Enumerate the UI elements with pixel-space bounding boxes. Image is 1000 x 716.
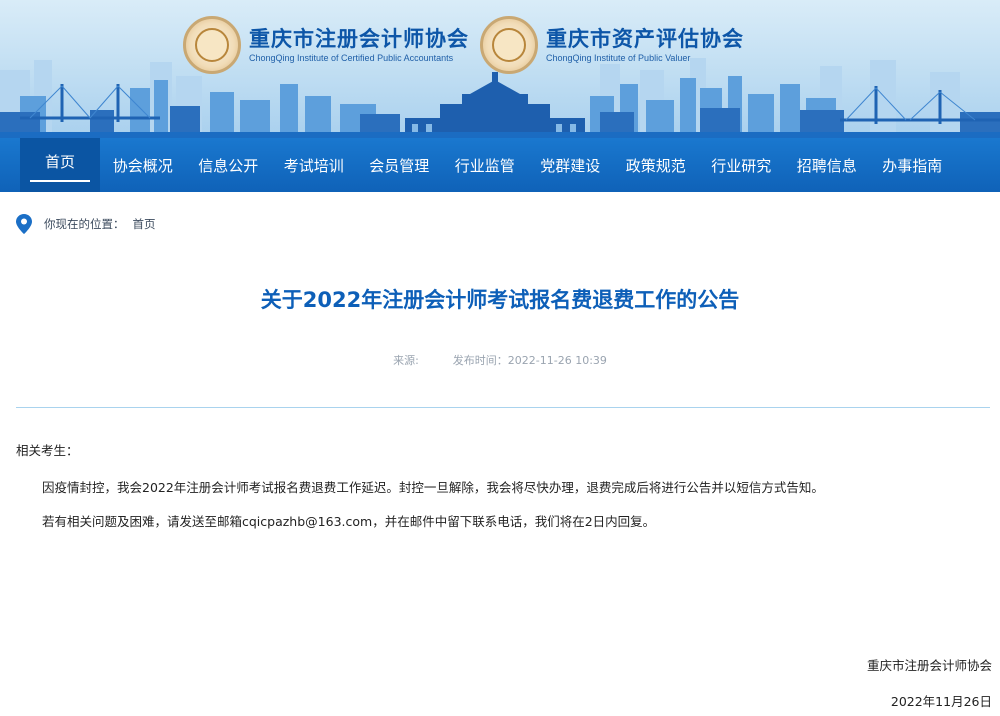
nav-item-supervision[interactable]: 行业监管 (442, 138, 528, 192)
article-paragraph: 若有相关问题及困难，请发送至邮箱cqicpazhb@163.com，并在邮件中留… (42, 514, 656, 529)
nav-item-research[interactable]: 行业研究 (699, 138, 785, 192)
nav-item-policy[interactable]: 政策规范 (613, 138, 699, 192)
valuer-seal-icon (480, 16, 538, 74)
nav-item-party[interactable]: 党群建设 (528, 138, 614, 192)
cicpa-name-en: ChongQing Institute of Certified Public … (249, 53, 454, 63)
active-indicator (30, 180, 90, 182)
valuer-logo[interactable]: 重庆市资产评估协会 ChongQing Institute of Public … (480, 16, 744, 74)
main-nav: 首页 协会概况 信息公开 考试培训 会员管理 行业监管 党群建设 政策规范 行业… (0, 138, 1000, 192)
nav-item-members[interactable]: 会员管理 (357, 138, 443, 192)
breadcrumb-home-link[interactable]: 首页 (133, 216, 156, 232)
article-publish-time: 发布时间：2022-11-26 10:39 (452, 354, 607, 367)
article-date: 2022年11月26日 (890, 694, 992, 709)
article-source: 来源: (393, 354, 419, 367)
nav-item-label: 首页 (44, 152, 75, 171)
cicpa-logo[interactable]: 重庆市注册会计师协会 ChongQing Institute of Certif… (183, 16, 469, 74)
nav-item-exam-training[interactable]: 考试培训 (271, 138, 357, 192)
nav-item-guide[interactable]: 办事指南 (870, 138, 956, 192)
article-signature: 重庆市注册会计师协会 (866, 658, 992, 673)
breadcrumb: 你现在的位置： 首页 (16, 214, 156, 234)
valuer-name-en: ChongQing Institute of Public Valuer (546, 53, 691, 63)
cicpa-name-cn: 重庆市注册会计师协会 (249, 26, 469, 51)
nav-item-home[interactable]: 首页 (20, 138, 100, 192)
nav-item-about[interactable]: 协会概况 (100, 138, 186, 192)
title-divider (16, 407, 990, 408)
cicpa-seal-icon (183, 16, 241, 74)
article-paragraph: 因疫情封控，我会2022年注册会计师考试报名费退费工作延迟。封控一旦解除，我会将… (42, 480, 824, 495)
nav-item-jobs[interactable]: 招聘信息 (784, 138, 870, 192)
breadcrumb-label: 你现在的位置： (44, 217, 125, 231)
article-meta: 来源: 发布时间：2022-11-26 10:39 (0, 352, 1000, 368)
page: 重庆市注册会计师协会 ChongQing Institute of Certif… (0, 0, 1000, 716)
header-banner: 重庆市注册会计师协会 ChongQing Institute of Certif… (0, 0, 1000, 138)
article-title: 关于2022年注册会计师考试报名费退费工作的公告 (260, 288, 740, 312)
article-greeting: 相关考生： (16, 443, 79, 458)
valuer-name-cn: 重庆市资产评估协会 (546, 26, 744, 51)
nav-item-disclosure[interactable]: 信息公开 (186, 138, 272, 192)
location-pin-icon (16, 214, 32, 234)
